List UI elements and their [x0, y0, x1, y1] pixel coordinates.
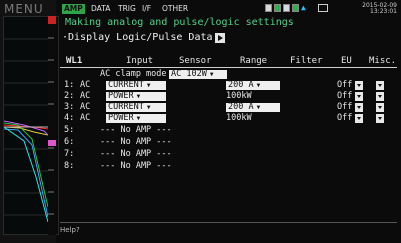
eu-value: Off	[337, 102, 353, 112]
col-eu: EU	[341, 56, 352, 66]
play-icon[interactable]	[215, 33, 225, 43]
wifi-icon: ▲	[301, 3, 306, 12]
input-select[interactable]: POWER ▼	[106, 90, 166, 101]
col-input: Input	[126, 56, 154, 66]
chevron-down-icon: ▼	[209, 70, 214, 78]
range-value: 100kW	[226, 91, 252, 101]
misc-dropdown[interactable]	[376, 80, 384, 90]
help-text: Help?	[60, 226, 80, 234]
no-amp-text: --- No AMP ---	[100, 149, 172, 159]
channel-type: AC	[80, 102, 91, 112]
chevron-down-icon: ▼	[146, 81, 151, 89]
channel-type: AC	[80, 80, 91, 90]
input-value: POWER	[108, 112, 134, 123]
storage-icon	[274, 4, 281, 12]
tab-trig[interactable]: TRIG	[116, 4, 138, 14]
menu-button[interactable]: MENU	[4, 2, 44, 16]
input-select[interactable]: CURRENT ▼	[106, 101, 166, 112]
no-amp-text: --- No AMP ---	[100, 137, 172, 147]
top-bar: AMP DATA TRIG I/F OTHER ▲ 2015-02-09 13:…	[60, 2, 401, 16]
chevron-down-icon: ▼	[256, 103, 261, 111]
page-subtitle: ·Display Logic/Pulse Data	[62, 32, 213, 43]
tab-data[interactable]: DATA	[89, 4, 112, 14]
chevron-down-icon: ▼	[256, 81, 261, 89]
input-value: POWER	[108, 90, 134, 101]
no-amp-text: --- No AMP ---	[100, 125, 172, 135]
eu-dropdown[interactable]	[355, 91, 363, 101]
page-title: Making analog and pulse/logic settings	[65, 17, 294, 28]
channel-number: 1:	[64, 80, 75, 90]
storage-icon	[283, 4, 290, 12]
time-text: 13:23:01	[370, 8, 397, 15]
clamp-mode-value: AC 102W	[171, 68, 207, 79]
table-row: 2: AC POWER ▼ 100kW Off	[62, 91, 392, 101]
channel-number: 3:	[64, 102, 75, 112]
col-range: Range	[240, 56, 268, 66]
range-value: 200 A	[228, 79, 254, 90]
tab-amp[interactable]: AMP	[62, 4, 85, 14]
range-value: 200 A	[228, 101, 254, 112]
eu-value: Off	[337, 80, 353, 90]
misc-dropdown[interactable]	[376, 91, 384, 101]
clamp-mode-label: AC clamp mode	[100, 69, 167, 79]
header-divider	[60, 67, 397, 68]
channel-number: 6:	[64, 137, 75, 147]
help-divider	[60, 222, 397, 223]
clamp-mode-select[interactable]: AC 102W ▼	[169, 68, 227, 79]
tab-other[interactable]: OTHER	[160, 4, 190, 14]
misc-dropdown[interactable]	[376, 102, 384, 112]
col-misc: Misc.	[369, 56, 397, 66]
channel-number: 5:	[64, 125, 75, 135]
channel-type: AC	[80, 113, 91, 123]
datetime: 2015-02-09 13:23:01	[362, 3, 397, 15]
eu-dropdown[interactable]	[355, 80, 363, 90]
channel-type: AC	[80, 91, 91, 101]
input-select[interactable]: POWER ▼	[106, 112, 166, 123]
input-value: CURRENT	[108, 101, 144, 112]
table-row: 1: AC CURRENT ▼ 200 A ▼ Off	[62, 80, 392, 90]
channel-number: 4:	[64, 113, 75, 123]
col-filter: Filter	[290, 56, 323, 66]
storage-icon	[292, 4, 299, 12]
table-row: 7: --- No AMP ---	[62, 149, 262, 159]
col-sensor: Sensor	[179, 56, 212, 66]
channel-number: 8:	[64, 161, 75, 171]
unit-label: WL1	[66, 56, 83, 66]
input-select[interactable]: CURRENT ▼	[106, 79, 166, 90]
range-select[interactable]: 200 A ▼	[226, 101, 280, 112]
storage-icon	[265, 4, 272, 12]
chevron-down-icon: ▼	[146, 103, 151, 111]
table-row: 3: AC CURRENT ▼ 200 A ▼ Off	[62, 102, 392, 112]
clamp-mode-row: AC clamp mode AC 102W ▼	[62, 69, 392, 79]
tab-if[interactable]: I/F	[140, 4, 153, 14]
range-select[interactable]: 200 A ▼	[226, 79, 280, 90]
table-row: 5: --- No AMP ---	[62, 125, 262, 135]
chevron-down-icon: ▼	[136, 114, 141, 122]
screen: MENU AMP DATA TRIG I/F OTHER ▲ 2015-02-0…	[0, 0, 401, 243]
left-panel: MENU	[0, 0, 59, 243]
table-row: 8: --- No AMP ---	[62, 161, 262, 171]
chevron-down-icon: ▼	[136, 92, 141, 100]
eu-value: Off	[337, 113, 353, 123]
battery-icon	[318, 4, 328, 12]
eu-dropdown[interactable]	[355, 113, 363, 123]
range-value: 100kW	[226, 113, 252, 123]
status-icons: ▲	[265, 4, 328, 14]
no-amp-text: --- No AMP ---	[100, 161, 172, 171]
input-value: CURRENT	[108, 79, 144, 90]
eu-value: Off	[337, 91, 353, 101]
misc-dropdown[interactable]	[376, 113, 384, 123]
channel-number: 2:	[64, 91, 75, 101]
channel-number: 7:	[64, 149, 75, 159]
eu-dropdown[interactable]	[355, 102, 363, 112]
table-row: 4: AC POWER ▼ 100kW Off	[62, 113, 392, 123]
scale-ticks	[48, 16, 56, 235]
table-row: 6: --- No AMP ---	[62, 137, 262, 147]
